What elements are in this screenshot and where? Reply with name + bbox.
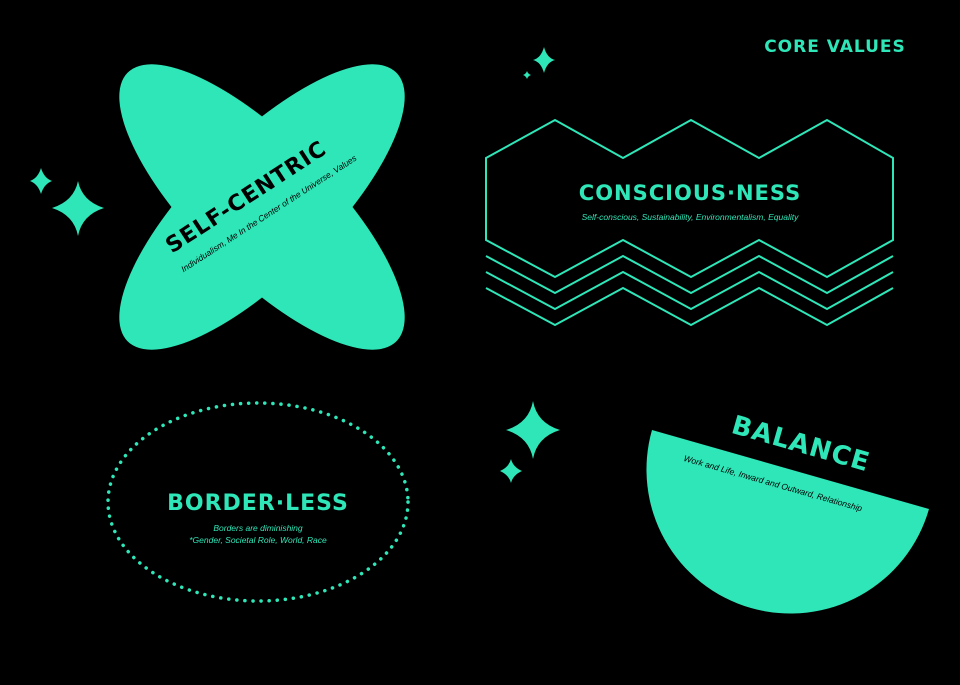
borderless-subtitle-line2: *Gender, Societal Role, World, Race <box>189 535 327 545</box>
page-title: CORE VALUES <box>764 37 906 57</box>
balance-card: BALANCE Work and Life, Inward and Outwar… <box>646 410 929 614</box>
sparkle-icon <box>533 47 555 73</box>
zigzag-icon <box>485 118 894 327</box>
borderless-subtitle-line1: Borders are diminishing <box>213 523 303 533</box>
sparkle-icon <box>500 459 522 483</box>
borderless-card: BORDER·LESS Borders are diminishing *Gen… <box>106 401 410 603</box>
core-values-canvas: CORE VALUES SELF-CENTRIC Individualism, … <box>30 37 929 614</box>
sparkle-icon <box>523 71 531 79</box>
consciousness-subtitle: Self-conscious, Sustainability, Environm… <box>582 212 799 222</box>
x-shape-icon <box>119 64 405 350</box>
self-centric-card: SELF-CENTRIC Individualism, Me In the Ce… <box>119 64 405 350</box>
borderless-title: BORDER·LESS <box>167 491 349 516</box>
consciousness-title: CONSCIOUS·NESS <box>579 181 801 205</box>
sparkle-icon <box>30 168 52 194</box>
sparkle-icon <box>52 181 104 236</box>
consciousness-card: CONSCIOUS·NESS Self-conscious, Sustainab… <box>485 118 894 327</box>
sparkle-icon <box>506 401 560 459</box>
